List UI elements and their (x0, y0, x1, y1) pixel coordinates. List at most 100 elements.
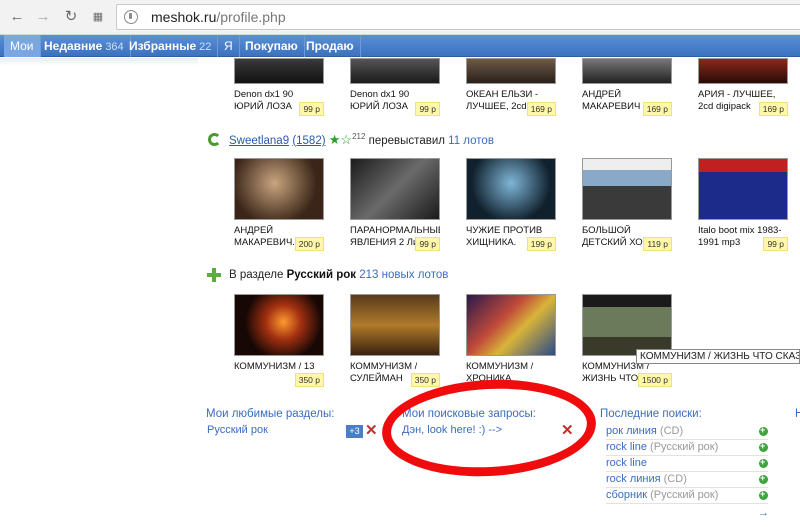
product-thumb[interactable] (582, 294, 672, 356)
recent-category: (Русский рок) (650, 489, 719, 501)
nav-favorites[interactable]: Избранные 22 (123, 35, 219, 57)
product-price: 99 р (763, 237, 788, 251)
outline-star-icon: ☆ (340, 132, 353, 147)
nav-me-label: Я (224, 39, 233, 53)
recent-query[interactable]: сборник (606, 489, 647, 501)
recent-search-row[interactable]: rock line (606, 455, 768, 472)
product-thumb[interactable] (350, 58, 440, 84)
product-card[interactable]: Denon dx1 90 ЮРИЙ ЛОЗА 99 р (346, 58, 442, 118)
add-circle-icon[interactable] (759, 487, 768, 502)
product-thumb[interactable] (234, 294, 324, 356)
product-price: 200 р (294, 237, 324, 251)
product-card[interactable]: Denon dx1 90 ЮРИЙ ЛОЗА 99 р (230, 58, 326, 118)
product-card[interactable]: ОКЕАН ЕЛЬЗИ - ЛУЧШЕЕ, 2cd 169 р (462, 58, 558, 118)
product-price: 169 р (642, 102, 672, 116)
product-thumb[interactable] (466, 158, 556, 220)
url-host: meshok.ru (151, 9, 217, 25)
recent-category: (Русский рок) (650, 441, 719, 453)
favorites-more-badge[interactable]: +3 (346, 425, 363, 438)
product-thumb[interactable] (234, 58, 324, 84)
seller-rating-link[interactable]: (1582) (292, 135, 325, 147)
recent-search-row[interactable]: rock линия (CD) (606, 471, 768, 488)
add-circle-icon[interactable] (759, 471, 768, 486)
nav-favorites-label: Избранные (129, 39, 197, 53)
product-card[interactable]: АНДРЕЙ МАКАРЕВИЧ - ЛУЧШЕЕ 2cd 169 р (578, 58, 674, 118)
recent-search-row[interactable]: rock line (Русский рок) (606, 439, 768, 456)
nav-selling[interactable]: Продаю (300, 35, 361, 57)
product-thumb[interactable] (350, 158, 440, 220)
product-card[interactable]: КОММУНИЗМ / 13 350 р (230, 294, 326, 387)
recent-category: (CD) (659, 425, 684, 437)
product-price: 99 р (415, 102, 440, 116)
product-card[interactable]: ПАРАНОРМАЛЬНЫЕ ЯВЛЕНИЯ 2 Лиц 99 р (346, 158, 442, 251)
product-price: 99 р (299, 102, 324, 116)
product-card[interactable]: КОММУНИЗМ / ХРОНИКА (462, 294, 558, 384)
product-thumb[interactable] (698, 58, 788, 84)
product-thumb[interactable] (234, 158, 324, 220)
product-card[interactable]: АРИЯ - ЛУЧШЕЕ, 2cd digipack 169 р (694, 58, 790, 118)
reload-icon[interactable]: ↻ (62, 8, 80, 26)
address-bar[interactable]: meshok.ru/profile.php (116, 4, 800, 30)
product-price: 119 р (643, 237, 672, 251)
add-circle-icon[interactable] (759, 455, 768, 470)
seller-stars-count: 212 (352, 132, 366, 142)
product-price: 1500 р (638, 373, 672, 387)
back-arrow-icon[interactable]: ← (8, 8, 26, 26)
nav-recent[interactable]: Недавние 364 (38, 35, 131, 57)
remove-favorite-icon[interactable]: ✕ (365, 423, 378, 438)
nav-selling-label: Продаю (306, 39, 354, 53)
site-nav: Мои Недавние 364 Избранные 22 Я Покупаю Пр… (0, 35, 800, 57)
section-lots-link[interactable]: 213 новых лотов (359, 269, 448, 281)
product-card[interactable]: АНДРЕЙ МАКАРЕВИЧ. 200 р (230, 158, 326, 251)
product-card[interactable]: КОММУНИЗМ / ЖИЗНЬ ЧТО СКАЗКА 1500 р (578, 294, 674, 387)
seller-name-link[interactable]: Sweetlana9 (229, 135, 289, 147)
product-price: 169 р (758, 102, 788, 116)
product-thumb[interactable] (466, 294, 556, 356)
url-text[interactable]: meshok.ru/profile.php (151, 9, 286, 25)
cropped-column-heading: Н (795, 408, 800, 420)
product-card[interactable]: ЧУЖИЕ ПРОТИВ ХИЩНИКА. 199 р (462, 158, 558, 251)
seller-lots-link[interactable]: 11 лотов (448, 135, 494, 147)
browser-toolbar: ← → ↻ ▦ meshok.ru/profile.php (0, 0, 800, 35)
forward-arrow-icon[interactable]: → (34, 8, 52, 26)
url-path: /profile.php (216, 9, 286, 25)
product-price: 169 р (526, 102, 556, 116)
nav-favorites-count: 22 (199, 41, 212, 53)
favorite-section-link[interactable]: Русский рок (207, 424, 268, 436)
product-price: 350 р (410, 373, 440, 387)
product-price: 350 р (294, 373, 324, 387)
product-thumb[interactable] (582, 58, 672, 84)
nav-buying[interactable]: Покупаю (239, 35, 305, 57)
recent-query[interactable]: rock line (606, 457, 647, 469)
product-thumb[interactable] (466, 58, 556, 84)
section-activity-line: В разделе Русский рок 213 новых лотов (229, 269, 448, 281)
product-card[interactable]: КОММУНИЗМ / СУЛЕЙМАН 350 р (346, 294, 442, 387)
nav-my[interactable]: Мои (4, 35, 41, 57)
recent-search-row[interactable]: рок линия (CD) (606, 423, 768, 440)
more-recent-arrow[interactable]: → (758, 507, 769, 519)
product-card[interactable]: БОЛЬШОЙ ДЕТСКИЙ ХОР 119 р (578, 158, 674, 251)
add-circle-icon[interactable] (759, 439, 768, 454)
apps-grid-icon[interactable]: ▦ (89, 8, 107, 26)
recent-searches-heading: Последние поиски: (600, 408, 702, 420)
recent-query[interactable]: rock линия (606, 473, 661, 485)
green-star-icon: ★ (328, 132, 341, 147)
product-card[interactable]: Italo boot mix 1983-1991 mp3 99 р (694, 158, 790, 251)
relist-icon (208, 133, 221, 146)
nav-buying-label: Покупаю (245, 39, 298, 53)
recent-category: (CD) (663, 473, 687, 485)
product-price: 199 р (526, 237, 556, 251)
recent-query[interactable]: rock line (606, 441, 647, 453)
add-circle-icon[interactable] (759, 423, 768, 438)
recent-query[interactable]: рок линия (606, 425, 657, 437)
plus-icon (207, 268, 221, 282)
product-thumb[interactable] (350, 294, 440, 356)
section-name[interactable]: Русский рок (287, 269, 356, 281)
hover-tooltip: КОММУНИЗМ / ЖИЗНЬ ЧТО СКАЗКА (636, 349, 800, 364)
site-info-icon[interactable] (124, 10, 138, 24)
recent-search-row[interactable]: сборник (Русский рок) (606, 487, 768, 504)
product-thumb[interactable] (582, 158, 672, 220)
nav-me[interactable]: Я (218, 35, 240, 57)
product-price: 99 р (415, 237, 440, 251)
product-thumb[interactable] (698, 158, 788, 220)
